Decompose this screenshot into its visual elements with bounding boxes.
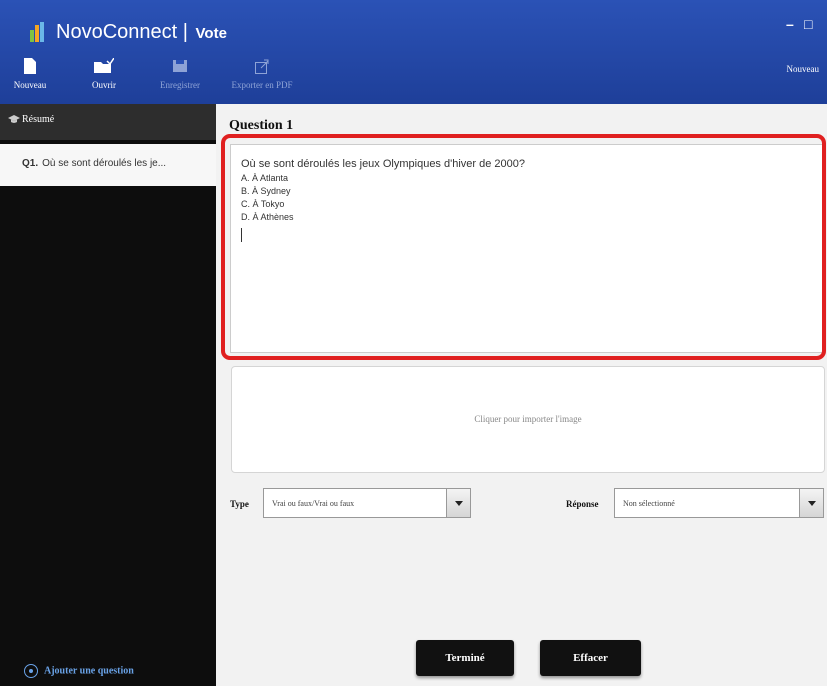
type-select[interactable]: Vrai ou faux/Vrai ou faux <box>263 488 471 518</box>
clear-button[interactable]: Effacer <box>540 640 641 676</box>
graduation-cap-icon <box>8 115 20 123</box>
title-bar: NovoConnect | Vote – □ <box>0 0 827 56</box>
export-icon <box>255 59 269 74</box>
question-title: Question 1 <box>229 118 294 133</box>
question-number: Q1. <box>22 158 39 169</box>
answer-value: Non sélectionné <box>623 499 675 508</box>
sidebar-question-item[interactable]: Q1. Où se sont déroulés les je... <box>0 144 216 186</box>
save-button[interactable]: Enregistrer <box>152 56 208 104</box>
new-label: Nouveau <box>13 80 47 90</box>
new-session-button[interactable]: Nouveau <box>787 64 820 74</box>
question-preview: Où se sont déroulés les je... <box>42 158 167 169</box>
open-folder-icon <box>94 58 114 73</box>
save-disk-icon <box>173 60 187 72</box>
answer-select[interactable]: Non sélectionné <box>614 488 824 518</box>
app-title: NovoConnect | Vote <box>56 21 227 44</box>
title-separator: | <box>182 21 188 43</box>
app-header: NovoConnect | Vote – □ Nouveau Ouvrir En… <box>0 0 827 104</box>
open-label: Ouvrir <box>92 80 116 90</box>
sidebar: Résumé Q1. Où se sont déroulés les je... … <box>0 104 216 686</box>
summary-label: Résumé <box>22 114 55 125</box>
maximize-button[interactable]: □ <box>804 16 812 32</box>
chevron-down-icon[interactable] <box>799 489 823 517</box>
novoconnect-logo-icon <box>30 22 44 44</box>
type-label: Type <box>230 499 249 509</box>
done-button[interactable]: Terminé <box>416 640 514 676</box>
highlight-box <box>221 134 826 360</box>
add-question-button[interactable]: Ajouter une question <box>24 664 134 678</box>
export-pdf-button[interactable]: Exporter en PDF <box>222 56 302 104</box>
open-button[interactable]: Ouvrir <box>84 56 124 104</box>
image-import-area[interactable]: Cliquer pour importer l'image <box>231 366 825 473</box>
new-button[interactable]: Nouveau <box>12 56 48 104</box>
new-document-icon <box>24 58 36 74</box>
add-question-label: Ajouter une question <box>44 665 134 677</box>
type-value: Vrai ou faux/Vrai ou faux <box>272 499 355 508</box>
summary-header: Résumé <box>0 104 216 140</box>
answer-label: Réponse <box>566 499 599 509</box>
save-label: Enregistrer <box>160 80 200 90</box>
toolbar: Nouveau Ouvrir Enregistrer Exporter en P… <box>0 56 827 104</box>
export-label: Exporter en PDF <box>231 80 293 90</box>
add-circle-icon <box>24 664 38 678</box>
chevron-down-icon[interactable] <box>446 489 470 517</box>
image-import-placeholder: Cliquer pour importer l'image <box>474 414 582 424</box>
app-name: NovoConnect <box>56 21 178 43</box>
minimize-button[interactable]: – <box>786 16 794 32</box>
app-subtitle: Vote <box>195 25 227 42</box>
